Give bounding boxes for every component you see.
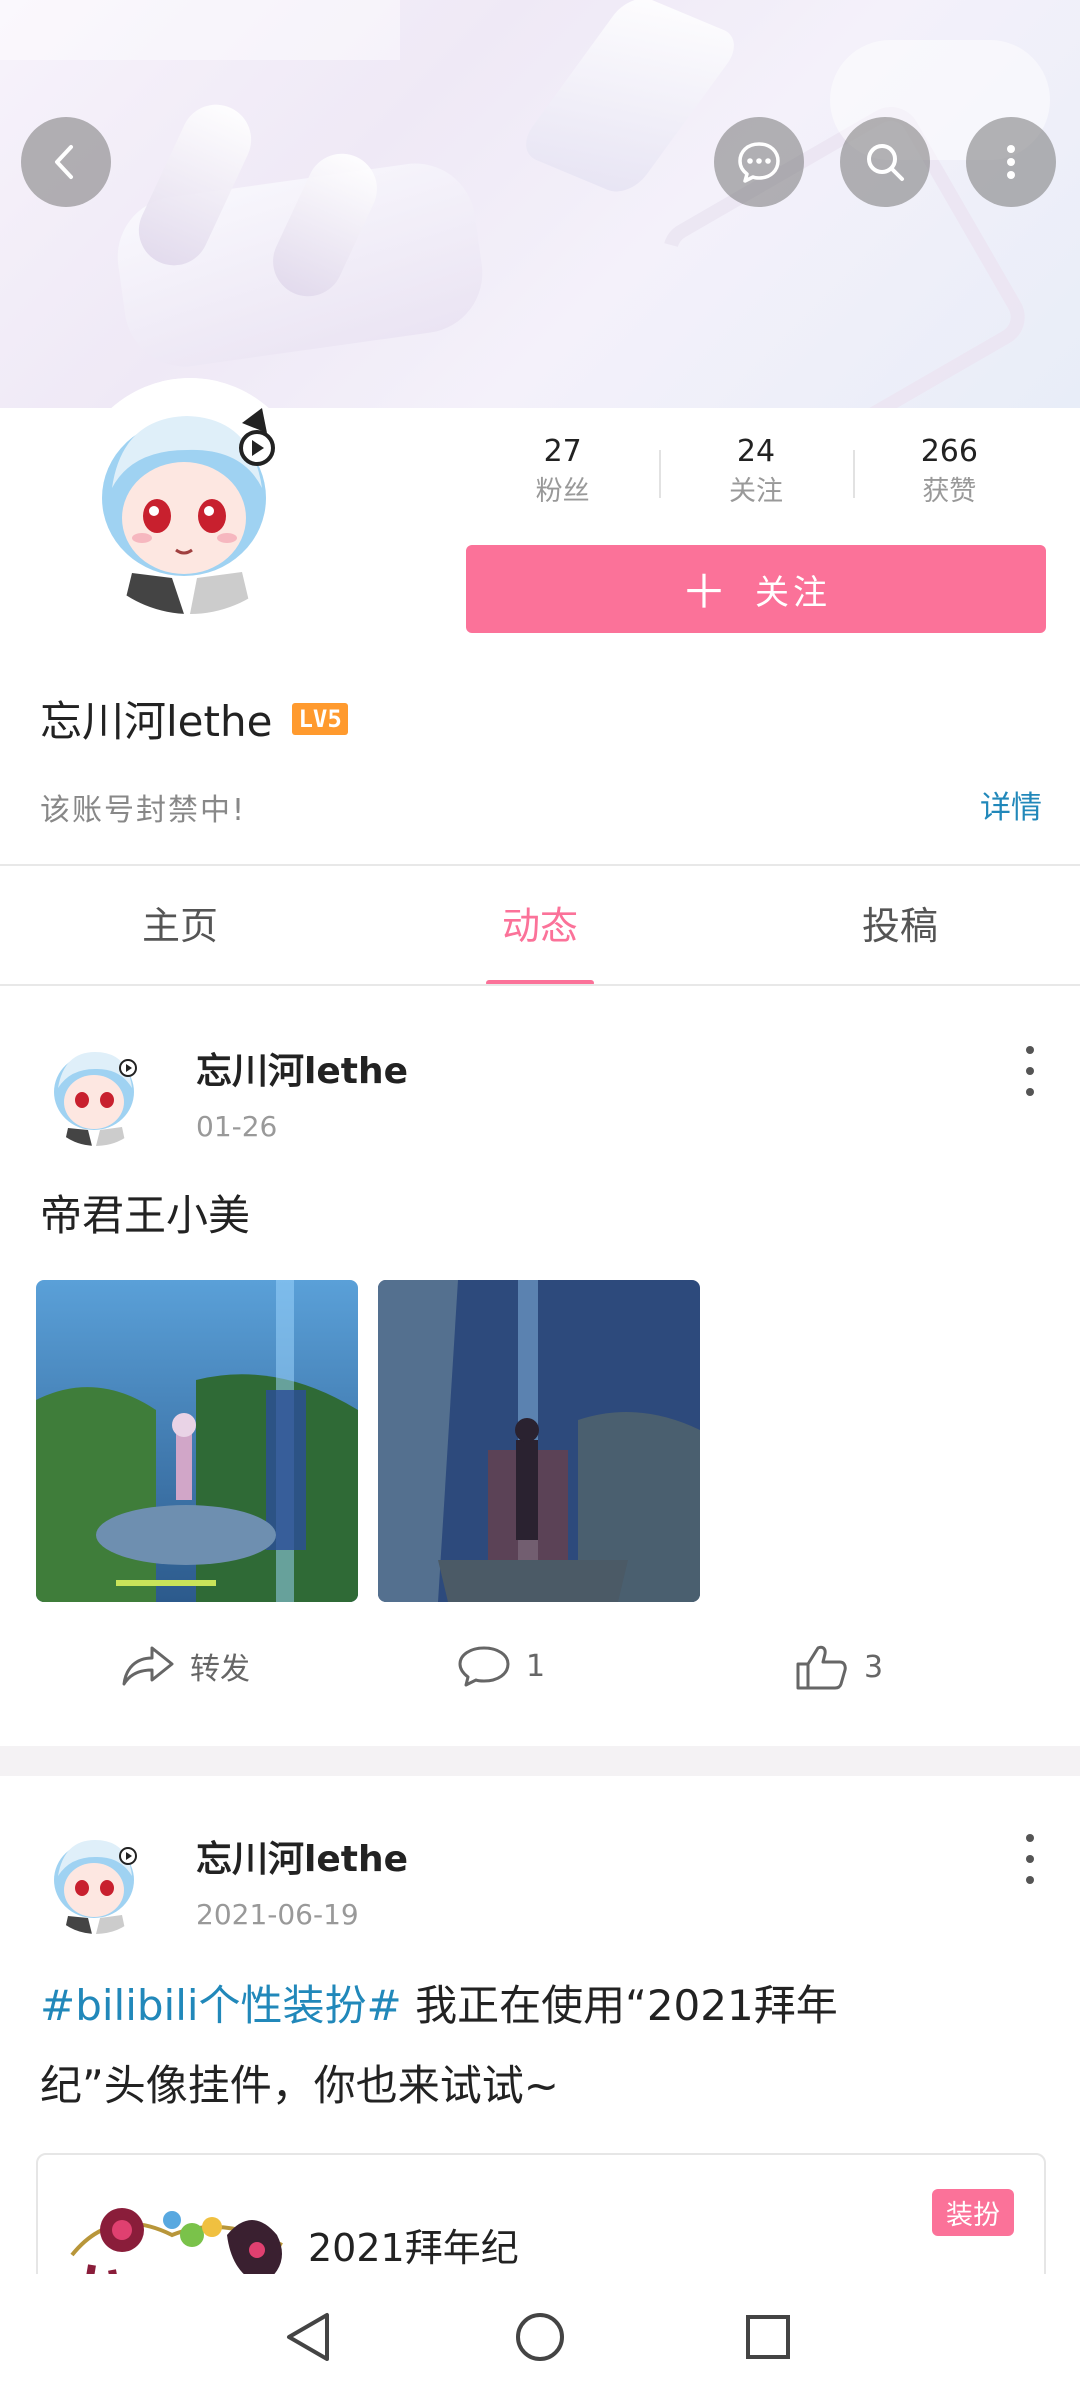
search-button[interactable] — [840, 117, 930, 207]
post-date: 01-26 — [196, 1110, 278, 1143]
post-more-button[interactable] — [1020, 1046, 1040, 1096]
profile-username: 忘川河lethe — [40, 697, 273, 746]
message-button[interactable] — [714, 117, 804, 207]
post-author-avatar[interactable] — [40, 1822, 152, 1934]
tab-dynamics[interactable]: 动态 — [360, 866, 720, 986]
profile-signature: 该账号封禁中! — [40, 793, 247, 828]
comment-icon — [458, 1646, 510, 1687]
repost-label: 转发 — [190, 1652, 250, 1687]
followers-stat[interactable]: 27 粉丝 — [466, 432, 659, 522]
circle-home-icon — [516, 2313, 564, 2361]
likes-label: 获赞 — [922, 476, 977, 507]
likes-count: 266 — [920, 434, 978, 469]
like-button[interactable]: 3 — [794, 1642, 883, 1692]
post-separator — [0, 1746, 1080, 1776]
profile-username-row: 忘川河lethe LV5 — [40, 688, 348, 749]
comment-count: 1 — [526, 1648, 546, 1684]
system-navigation-bar — [0, 2274, 1080, 2400]
followers-count: 27 — [543, 434, 582, 469]
post-author-avatar[interactable] — [40, 1034, 152, 1146]
post-author-name[interactable]: 忘川河lethe — [196, 1042, 408, 1094]
repost-button[interactable]: 转发 — [120, 1642, 250, 1690]
post-card: 忘川河lethe 01-26 帝君王小美 转发 1 3 — [0, 986, 1080, 1746]
decoration-tag: 装扮 — [932, 2189, 1014, 2236]
following-label: 关注 — [728, 476, 783, 507]
comment-button[interactable]: 1 — [456, 1642, 545, 1690]
back-button[interactable] — [21, 117, 111, 207]
post-more-button[interactable] — [1020, 1834, 1040, 1884]
search-icon — [867, 144, 904, 181]
avatar-illustration — [54, 1840, 137, 1934]
nav-home-button[interactable] — [505, 2302, 575, 2372]
post-hashtag[interactable]: #bilibili个性装扮# — [40, 1981, 402, 2030]
post-text-line-1: #bilibili个性装扮# 我正在使用“2021拜年 — [40, 1966, 838, 2046]
triangle-back-icon — [287, 2313, 329, 2361]
profile-stats: 27 粉丝 24 关注 266 获赞 — [466, 432, 1046, 522]
profile-banner — [0, 0, 1080, 408]
details-link[interactable]: 详情 — [980, 782, 1042, 827]
profile-avatar[interactable] — [72, 378, 308, 614]
level-badge: LV5 — [292, 702, 348, 735]
chevron-left-icon — [55, 145, 73, 179]
followers-label: 粉丝 — [535, 476, 590, 507]
decoration-title: 2021拜年纪 — [308, 2226, 519, 2270]
nav-back-button[interactable] — [274, 2302, 344, 2372]
share-arrow-icon — [122, 1646, 174, 1686]
plus-icon: ＋ — [681, 565, 731, 619]
thumbs-up-icon — [796, 1645, 847, 1690]
following-count: 24 — [736, 434, 776, 469]
post-author-name[interactable]: 忘川河lethe — [196, 1830, 408, 1882]
avatar-illustration — [54, 1052, 137, 1146]
tab-home[interactable]: 主页 — [0, 866, 360, 986]
post-actions — [0, 1410, 1080, 1490]
tab-submissions[interactable]: 投稿 — [720, 866, 1080, 986]
more-options-button[interactable] — [966, 117, 1056, 207]
follow-button[interactable]: ＋ 关注 — [466, 545, 1046, 633]
post-text: 我正在使用“2021拜年 — [401, 1981, 838, 2030]
post-text: 帝君王小美 — [40, 1191, 251, 1240]
square-recents-icon — [746, 2315, 790, 2359]
post-date: 2021-06-19 — [196, 1898, 359, 1931]
message-bubble-icon — [738, 142, 780, 183]
nav-recents-button[interactable] — [733, 2302, 803, 2372]
avatar-illustration — [72, 378, 308, 614]
like-count: 3 — [864, 1649, 884, 1685]
profile-tabs: 主页 动态 投稿 — [0, 866, 1080, 986]
likes-stat[interactable]: 266 获赞 — [852, 432, 1046, 522]
more-vertical-icon — [1007, 145, 1015, 179]
follow-label: 关注 — [755, 572, 831, 613]
post-text-line-2: 纪”头像挂件，你也来试试~ — [40, 2061, 559, 2110]
following-stat[interactable]: 24 关注 — [659, 432, 852, 522]
